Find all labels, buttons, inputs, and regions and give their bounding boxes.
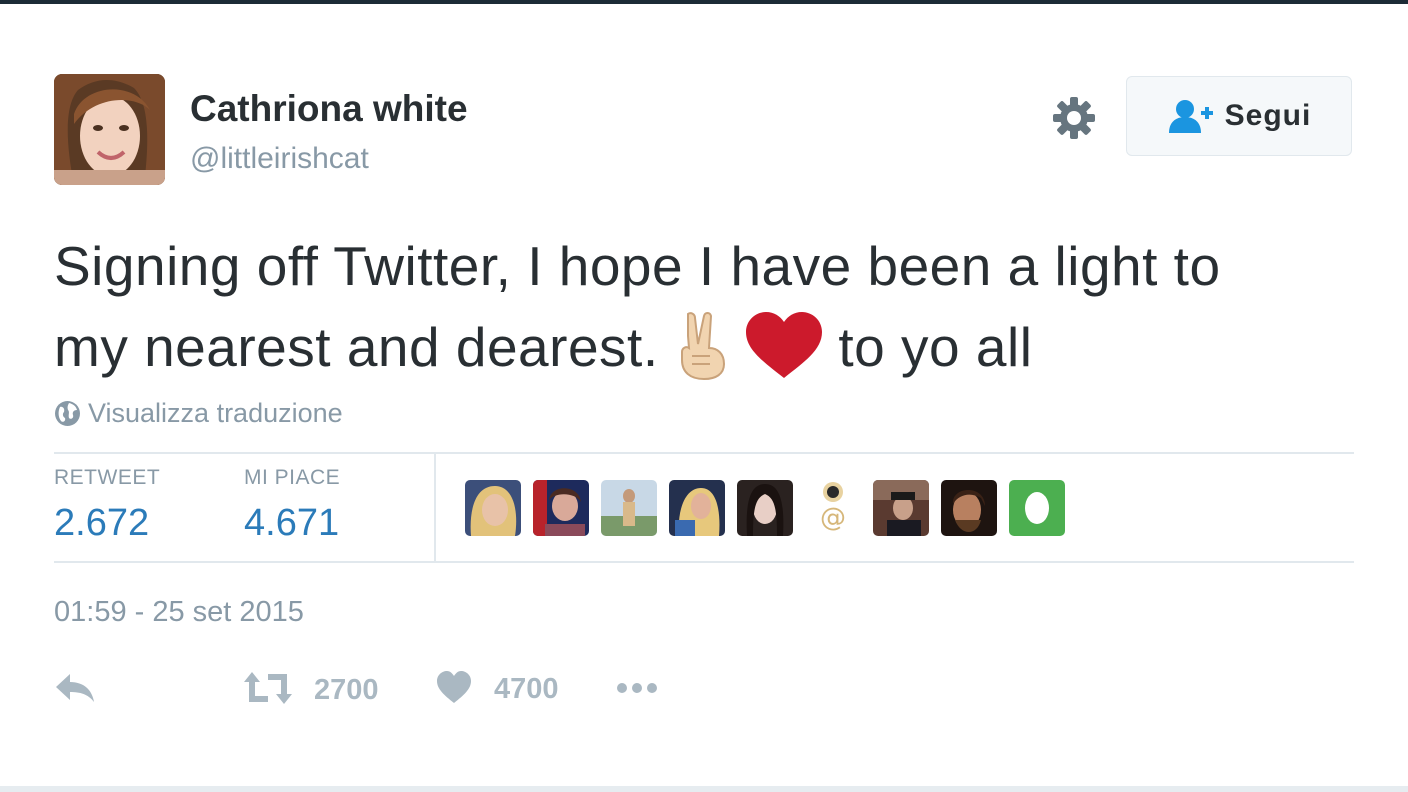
- liker-avatar[interactable]: [601, 480, 657, 536]
- divider: [54, 452, 1354, 454]
- reply-button[interactable]: [54, 670, 96, 711]
- retweet-stat[interactable]: RETWEET 2.672: [54, 466, 160, 545]
- user-handle[interactable]: @littleirishcat: [190, 142, 369, 176]
- retweet-button[interactable]: 2700: [244, 670, 379, 711]
- top-bar: [0, 0, 1408, 4]
- more-dots-icon: [614, 670, 662, 711]
- bottom-border: [0, 786, 1408, 792]
- like-action-count: 4700: [494, 673, 559, 705]
- tweet-text: Signing off Twitter, I hope I have been …: [54, 226, 1364, 402]
- view-translation-label: Visualizza traduzione: [88, 398, 343, 428]
- retweet-icon: [244, 670, 292, 711]
- like-stat[interactable]: MI PIACE 4.671: [244, 466, 340, 545]
- like-stat-value: 4.671: [244, 502, 340, 544]
- heart-icon: [436, 670, 472, 709]
- gear-icon[interactable]: [1052, 96, 1096, 140]
- tweet-timestamp[interactable]: 01:59 - 25 set 2015: [54, 596, 304, 629]
- liker-avatars: @: [465, 480, 1077, 536]
- red-heart-emoji: [744, 310, 824, 402]
- liker-avatar[interactable]: [737, 480, 793, 536]
- liker-avatar[interactable]: [533, 480, 589, 536]
- retweet-action-count: 2700: [314, 674, 379, 706]
- follow-button-label: Segui: [1224, 99, 1312, 132]
- profile-avatar[interactable]: [54, 74, 165, 185]
- tweet-actions: 2700 4700: [54, 670, 754, 710]
- like-button[interactable]: 4700: [436, 670, 559, 709]
- tweet-text-line-1: Signing off Twitter, I hope I have been …: [54, 235, 1221, 297]
- avatar-image: [54, 74, 165, 185]
- liker-avatar[interactable]: [669, 480, 725, 536]
- tweet-text-line-2-end: to yo all: [838, 316, 1033, 378]
- reply-icon: [54, 670, 96, 711]
- view-translation-link[interactable]: Visualizza traduzione: [54, 398, 343, 429]
- victory-hand-emoji: [674, 308, 730, 402]
- like-stat-label: MI PIACE: [244, 466, 341, 489]
- retweet-stat-label: RETWEET: [54, 466, 161, 489]
- liker-avatar[interactable]: [465, 480, 521, 536]
- svg-text:@: @: [820, 503, 846, 533]
- follow-button[interactable]: Segui: [1126, 76, 1352, 156]
- divider: [54, 561, 1354, 563]
- liker-avatar[interactable]: [1009, 480, 1065, 536]
- retweet-stat-value: 2.672: [54, 502, 150, 544]
- liker-avatar[interactable]: [873, 480, 929, 536]
- stats-divider: [434, 454, 436, 561]
- liker-avatar[interactable]: [941, 480, 997, 536]
- tweet-text-line-2-start: my nearest and dearest.: [54, 316, 659, 378]
- user-display-name[interactable]: Cathriona white: [190, 88, 468, 130]
- add-user-icon: [1167, 99, 1213, 133]
- globe-icon: [54, 400, 81, 427]
- more-button[interactable]: [614, 670, 662, 711]
- liker-avatar[interactable]: @: [805, 480, 861, 536]
